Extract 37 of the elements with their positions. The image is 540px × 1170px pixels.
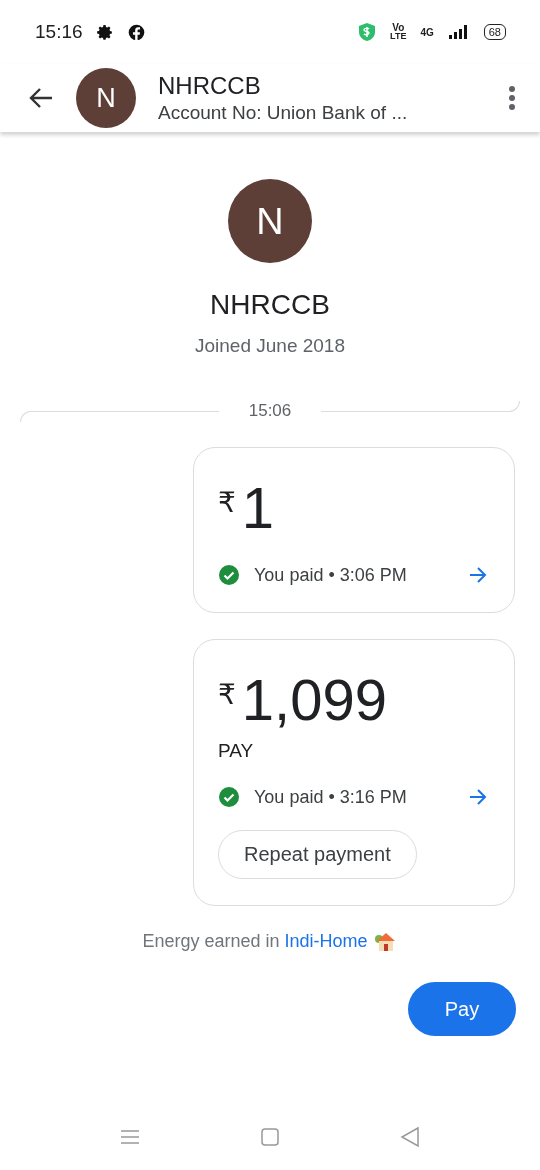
pay-button[interactable]: Pay <box>408 982 516 1036</box>
volte-label: LTE <box>390 32 407 41</box>
currency-symbol: ₹ <box>218 678 236 711</box>
check-icon <box>218 564 240 586</box>
payment-card[interactable]: ₹1,099 PAY You paid • 3:16 PM Repeat payment <box>193 639 515 906</box>
payment-status: You paid • 3:06 PM <box>254 564 407 586</box>
payment-note: PAY <box>218 740 255 762</box>
more-icon[interactable] <box>508 85 516 111</box>
payment-status: You paid • 3:16 PM <box>254 786 407 808</box>
volte-label: Vo <box>392 23 405 32</box>
battery-level: 68 <box>483 24 506 40</box>
status-time: 15:16 <box>35 21 83 43</box>
payment-amount: 1,099 <box>241 668 387 732</box>
repeat-payment-button[interactable]: Repeat payment <box>218 830 417 879</box>
indi-home-link[interactable]: Indi-Home <box>284 930 368 951</box>
home-square-icon[interactable] <box>260 1127 280 1147</box>
joined-date: Joined June 2018 <box>195 335 345 357</box>
shield-icon <box>358 22 377 42</box>
payment-card[interactable]: ₹1 You paid • 3:06 PM <box>193 447 515 613</box>
gear-icon <box>96 23 114 41</box>
back-arrow-icon[interactable] <box>28 87 54 109</box>
contact-name: NHRCCB <box>158 72 262 100</box>
energy-message: Energy earned in Indi-Home <box>142 930 368 952</box>
arrow-right-icon[interactable] <box>468 788 488 806</box>
arrow-right-icon[interactable] <box>468 566 488 584</box>
network-label: 4G <box>420 26 434 38</box>
currency-symbol: ₹ <box>218 486 236 519</box>
circle-f-icon <box>127 23 145 41</box>
profile-avatar: N <box>228 179 312 263</box>
account-subtitle: Account No: Union Bank of ... <box>158 102 409 124</box>
divider-time: 15:06 <box>248 401 292 421</box>
signal-icon <box>447 24 470 40</box>
back-triangle-icon[interactable] <box>400 1126 420 1148</box>
profile-name: NHRCCB <box>210 289 330 321</box>
check-icon <box>218 786 240 808</box>
payment-amount: 1 <box>241 476 275 540</box>
avatar: N <box>76 68 136 128</box>
